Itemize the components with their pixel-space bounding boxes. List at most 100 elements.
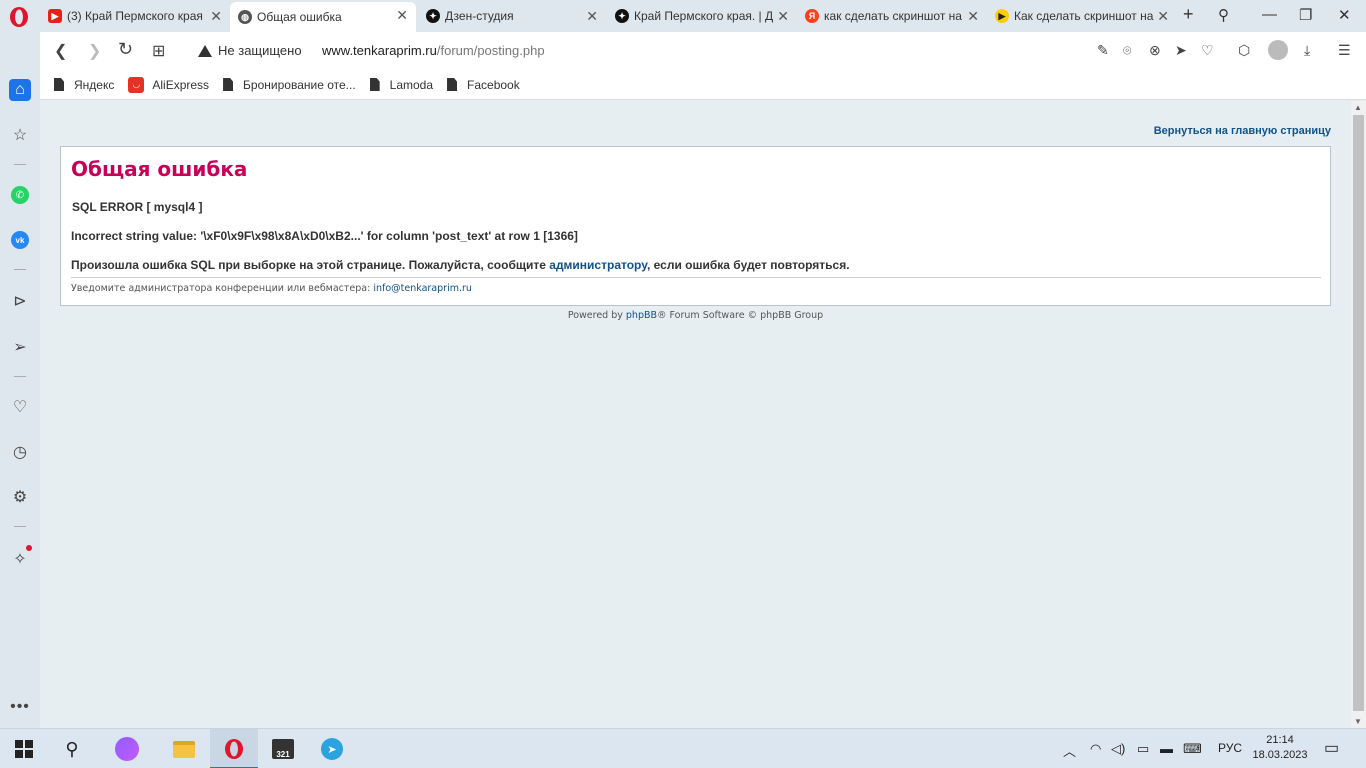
wifi-icon[interactable]: ◠ [1090, 741, 1101, 757]
youtube-icon: ▶ [48, 9, 62, 23]
media-player-icon[interactable]: 321 [271, 737, 295, 761]
url-field[interactable]: www.tenkaraprim.ru/forum/posting.php [322, 43, 545, 58]
easy-setup-icon[interactable]: ☰ [1338, 42, 1351, 59]
notify-label: Уведомите администратора конференции или… [71, 283, 374, 294]
admin-email-link[interactable]: info@tenkaraprim.ru [373, 283, 472, 294]
whatsapp-icon[interactable]: ✆ [9, 184, 31, 206]
page-content: Вернуться на главную страницу Общая ошиб… [40, 101, 1351, 728]
page-icon [54, 78, 64, 91]
history-clock-icon[interactable]: ◷ [9, 441, 31, 463]
powered-by: Powered by phpBB® Forum Software © phpBB… [40, 310, 1351, 321]
opera-taskbar-icon[interactable] [222, 737, 246, 761]
speed-dial-grid-icon[interactable]: ⊞ [152, 41, 165, 61]
favorite-heart-icon[interactable]: ♡ [1201, 42, 1214, 59]
close-tab-icon[interactable]: ✕ [586, 8, 598, 25]
page-icon [369, 78, 380, 91]
clock-date: 18.03.2023 [1252, 749, 1308, 761]
tab-zen-studio[interactable]: ✦ Дзен-студия ✕ [418, 3, 606, 29]
battery-icon[interactable]: ▬ [1160, 741, 1173, 756]
sidebar: ⌂ ☆ ✆ vk ⊳ ➢ ♡ ◷ ⚙ ✧ ••• [0, 32, 40, 728]
camera-snapshot-icon[interactable]: ⌾ [1123, 42, 1131, 59]
tab-screenshot-video[interactable]: ▶ Как сделать скриншот на ✕ [987, 3, 1177, 29]
close-tab-icon[interactable]: ✕ [1157, 8, 1169, 25]
address-bar: ❮ ❯ ↻ ⊞ Не защищено www.tenkaraprim.ru/f… [40, 32, 1366, 70]
telegram-icon[interactable]: ➤ [320, 737, 344, 761]
bookmark-label: Lamoda [389, 77, 434, 92]
tab-active-error[interactable]: ◍ Общая ошибка ✕ [230, 2, 416, 32]
close-tab-icon[interactable]: ✕ [396, 7, 408, 24]
back-icon[interactable]: ❮ [54, 41, 67, 61]
powered-text: Powered by [567, 310, 626, 321]
profile-avatar-icon[interactable] [1268, 40, 1288, 60]
aliexpress-icon: ◡ [128, 76, 145, 93]
alice-assistant-icon[interactable] [115, 737, 139, 761]
tab-youtube[interactable]: ▶ (3) Край Пермского края ✕ [40, 3, 230, 29]
close-tab-icon[interactable]: ✕ [210, 8, 222, 25]
opera-menu-icon[interactable] [8, 6, 30, 28]
share-send-icon[interactable]: ➤ [1175, 42, 1187, 59]
home-icon[interactable]: ⌂ [9, 79, 31, 101]
page-scrollbar[interactable]: ▲ ▼ [1351, 101, 1366, 728]
forward-icon[interactable]: ❯ [88, 41, 101, 61]
maximize-icon[interactable]: ❐ [1299, 6, 1312, 24]
adblock-icon[interactable]: ⊗ [1149, 42, 1161, 59]
bookmark-yandex[interactable]: Яндекс [54, 78, 114, 92]
bookmark-booking[interactable]: Бронирование оте... [223, 78, 356, 92]
vk-icon[interactable]: vk [9, 229, 31, 251]
tray-chevron-up-icon[interactable]: ︿ [1063, 741, 1076, 760]
file-explorer-icon[interactable] [172, 737, 196, 761]
more-dots-icon[interactable]: ••• [9, 696, 31, 718]
settings-gear-icon[interactable]: ⚙ [9, 486, 31, 508]
search-tabs-icon[interactable]: ⚲ [1218, 6, 1229, 24]
notifications-icon[interactable]: ▭ [1324, 738, 1339, 758]
security-label: Не защищено [218, 43, 302, 58]
page-title: Общая ошибка [71, 157, 248, 181]
close-window-icon[interactable]: ✕ [1338, 6, 1351, 24]
windows-start-icon[interactable] [12, 737, 36, 761]
play-icon: ▶ [995, 9, 1009, 23]
close-tab-icon[interactable]: ✕ [777, 8, 789, 25]
bookmark-aliexpress[interactable]: ◡ AliExpress [128, 76, 210, 93]
close-tab-icon[interactable]: ✕ [967, 8, 979, 25]
notify-admin-text: Уведомите администратора конференции или… [71, 283, 472, 294]
tab-bar: ▶ (3) Край Пермского края ✕ ◍ Общая ошиб… [0, 0, 1366, 32]
edit-icon[interactable]: ✎ [1097, 42, 1109, 59]
player-icon[interactable]: ⊳ [9, 290, 31, 312]
phpbb-link[interactable]: phpBB [626, 310, 657, 321]
windows-taskbar: ⚲ 321 ➤ ︿ ◠ ◁) ▭ ▬ ⌨ РУС 21:14 18.03.202… [0, 728, 1366, 768]
new-tab-plus-icon[interactable]: + [1183, 4, 1194, 25]
minimize-icon[interactable]: — [1262, 6, 1277, 23]
security-indicator[interactable]: Не защищено [198, 43, 302, 58]
tab-perm-krai[interactable]: ✦ Край Пермского края. | Д ✕ [607, 3, 797, 29]
tab-yandex-search[interactable]: Я как сделать скриншот на ✕ [797, 3, 987, 29]
clock[interactable]: 21:14 18.03.2023 [1252, 733, 1308, 763]
extensions-cube-icon[interactable]: ⬡ [1238, 42, 1250, 59]
divider [71, 277, 1321, 278]
meet-now-icon[interactable]: ▭ [1137, 741, 1149, 757]
bookmark-lamoda[interactable]: Lamoda [369, 77, 434, 92]
bookmark-label: AliExpress [152, 77, 210, 92]
globe-icon: ◍ [238, 10, 252, 24]
tips-bulb-icon[interactable]: ✧ [9, 545, 32, 570]
tab-title: (3) Край Пермского края [67, 9, 203, 23]
back-to-index-link[interactable]: Вернуться на главную страницу [1154, 125, 1331, 137]
reload-icon[interactable]: ↻ [118, 39, 133, 60]
volume-icon[interactable]: ◁) [1111, 741, 1125, 757]
heart-icon[interactable]: ♡ [9, 396, 31, 418]
language-indicator[interactable]: РУС [1218, 741, 1242, 755]
powered-text: ® Forum Software © phpBB Group [657, 310, 824, 321]
bookmark-facebook[interactable]: Facebook [447, 78, 520, 92]
keyboard-icon[interactable]: ⌨ [1183, 741, 1202, 757]
zen-icon: ✦ [615, 9, 629, 23]
administrator-link[interactable]: администратору [549, 258, 647, 272]
sidebar-divider [14, 376, 26, 377]
search-icon[interactable]: ⚲ [60, 737, 84, 761]
send-icon[interactable]: ➢ [9, 336, 31, 358]
sidebar-divider [14, 269, 26, 270]
download-icon[interactable]: ⤓ [1304, 42, 1310, 59]
scroll-up-arrow-icon[interactable]: ▲ [1354, 103, 1362, 112]
scroll-thumb[interactable] [1353, 115, 1364, 711]
scroll-down-arrow-icon[interactable]: ▼ [1354, 717, 1362, 726]
speed-dial-star-icon[interactable]: ☆ [9, 124, 31, 146]
tab-title: как сделать скриншот на [824, 9, 962, 23]
